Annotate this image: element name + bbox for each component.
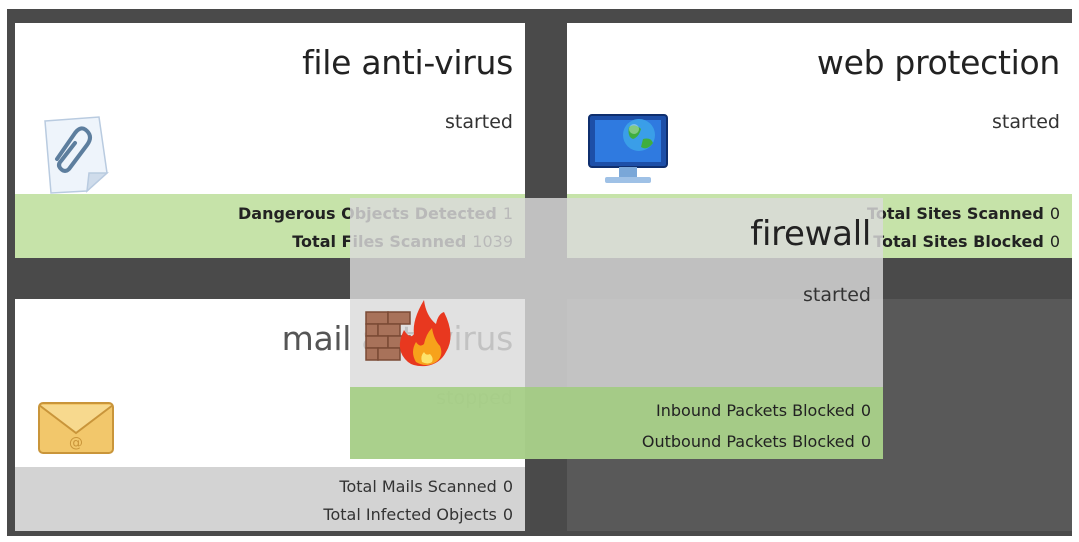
stat-value: 0 <box>502 477 513 496</box>
tile-status: started <box>444 111 513 133</box>
stat-label: Inbound Packets Blocked <box>656 401 855 420</box>
tile-title: file anti-virus <box>302 43 513 82</box>
stat-row: Outbound Packets Blocked 0 <box>642 432 871 451</box>
tile-title: firewall <box>750 214 871 254</box>
dashboard-background: file anti-virus started Dangerous Object… <box>7 9 1072 536</box>
stat-row: Total Sites Blocked 0 <box>873 232 1060 251</box>
stat-value: 0 <box>1049 204 1060 223</box>
stat-value: 0 <box>502 505 513 524</box>
tile-status: started <box>991 111 1060 133</box>
stat-row: Total Infected Objects 0 <box>323 505 513 524</box>
stat-label: Outbound Packets Blocked <box>641 432 855 451</box>
stat-row: Inbound Packets Blocked 0 <box>656 401 871 420</box>
stat-label: Total Sites Blocked <box>873 232 1044 251</box>
firewall-tile[interactable]: firewall started Inbound Packets Blocked… <box>350 198 883 459</box>
tile-title: web protection <box>816 43 1060 82</box>
stat-value: 0 <box>860 401 871 420</box>
stat-label: Total Sites Scanned <box>867 204 1044 223</box>
stat-label: Total Mails Scanned <box>339 477 497 496</box>
svg-text:@: @ <box>69 435 83 451</box>
stat-row: Total Mails Scanned 0 <box>339 477 513 496</box>
stat-value: 0 <box>1049 232 1060 251</box>
paperclip-document-icon <box>41 115 113 199</box>
mail-antivirus-stats: Total Mails Scanned 0 Total Infected Obje… <box>15 467 525 531</box>
monitor-globe-icon <box>587 111 669 195</box>
brick-wall-fire-icon <box>364 290 458 374</box>
stat-label: Total Infected Objects <box>323 505 497 524</box>
stat-row: Total Sites Scanned 0 <box>867 204 1060 223</box>
stat-value: 0 <box>860 432 871 451</box>
tile-status: started <box>802 284 871 306</box>
firewall-stats: Inbound Packets Blocked 0 Outbound Packet… <box>350 387 883 459</box>
envelope-icon: @ <box>37 399 115 461</box>
